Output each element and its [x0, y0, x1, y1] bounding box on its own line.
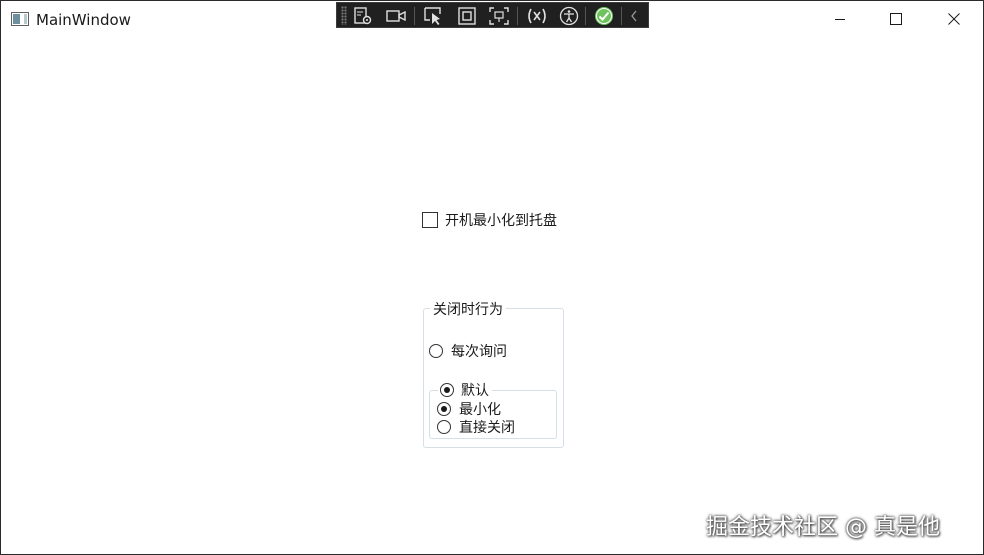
radio-close-directly[interactable]: 直接关闭: [437, 417, 515, 437]
app-window-icon: [11, 12, 29, 26]
close-behavior-group-label: 关闭时行为: [433, 302, 503, 318]
radio-button[interactable]: [440, 383, 454, 397]
record-icon[interactable]: [384, 5, 408, 27]
window-title: MainWindow: [36, 11, 131, 29]
maximize-icon: [890, 13, 902, 25]
default-label: 默认: [461, 383, 489, 399]
minimize-button[interactable]: [811, 1, 869, 37]
minimize-to-tray-checkbox[interactable]: 开机最小化到托盘: [422, 211, 557, 229]
radio-button[interactable]: [437, 402, 451, 416]
collapse-toolbar-icon[interactable]: [625, 5, 643, 27]
minimize-icon: [835, 19, 845, 20]
radio-button[interactable]: [437, 420, 451, 434]
radio-button[interactable]: [429, 344, 443, 358]
close-icon: [948, 13, 960, 25]
close-button[interactable]: [925, 1, 983, 37]
live-visual-tree-icon[interactable]: [351, 5, 375, 27]
hot-reload-ok-icon[interactable]: [592, 5, 616, 27]
default-group-header: 默认: [438, 380, 492, 400]
watermark-text: 掘金技术社区 @ 真是他: [706, 515, 940, 540]
close-behavior-group-header: 关闭时行为: [430, 299, 506, 319]
toolbar-separator: [517, 7, 518, 25]
track-focus-icon[interactable]: [487, 5, 511, 27]
toolbar-grip[interactable]: [341, 6, 347, 25]
wpf-debug-toolbar: [336, 2, 649, 28]
select-element-icon[interactable]: [422, 5, 446, 27]
minimize-to-tray-label: 开机最小化到托盘: [445, 213, 557, 229]
toolbar-separator: [585, 7, 586, 25]
radio-minimize[interactable]: 最小化: [437, 399, 501, 419]
toolbar-separator: [414, 7, 415, 25]
toolbar-separator: [621, 7, 622, 25]
ask-each-time-label: 每次询问: [451, 344, 507, 360]
radio-ask-each-time[interactable]: 每次询问: [429, 341, 507, 361]
radio-default[interactable]: 默认: [440, 380, 489, 400]
close-directly-option-label: 直接关闭: [459, 420, 515, 436]
main-window: MainWindow 开机最小化到托盘 关闭时行为 每次询问 默认 最小化 直接…: [0, 0, 984, 555]
accessibility-icon[interactable]: [557, 5, 581, 27]
display-layout-adorners-icon[interactable]: [455, 5, 479, 27]
maximize-button[interactable]: [867, 1, 925, 37]
minimize-option-label: 最小化: [459, 402, 501, 418]
checkbox-box[interactable]: [422, 212, 438, 228]
binding-failures-icon[interactable]: [525, 5, 549, 27]
